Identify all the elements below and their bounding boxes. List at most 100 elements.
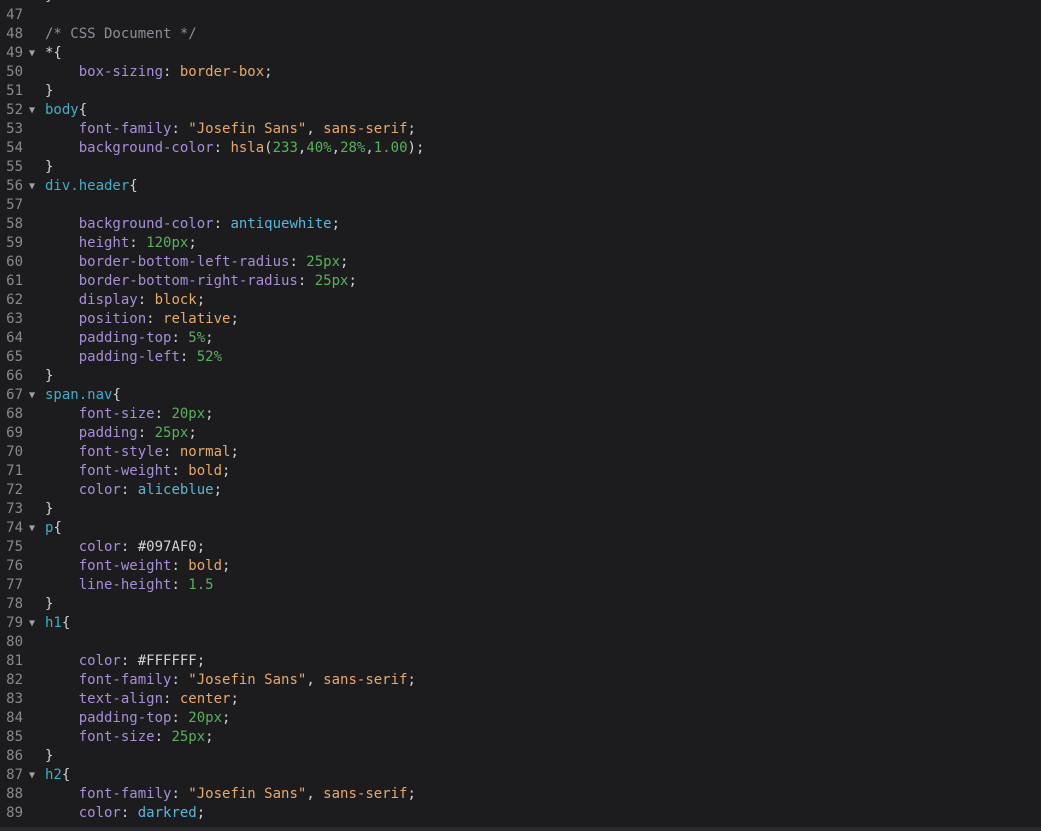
code-line[interactable]: 51} xyxy=(0,82,1041,101)
code-token: : xyxy=(171,710,189,726)
code-token: { xyxy=(61,615,71,631)
fold-toggle-icon[interactable]: ▼ xyxy=(29,44,35,63)
code-line[interactable]: 87 ▼ h2{ xyxy=(0,766,1041,785)
code-text: font-family: "Josefin Sans", sans-serif; xyxy=(45,671,416,690)
code-line[interactable]: 70 font-style: normal; xyxy=(0,443,1041,462)
code-text: div.header{ xyxy=(45,177,138,196)
code-token: body xyxy=(45,102,79,118)
code-line[interactable]: 56 ▼ div.header{ xyxy=(0,177,1041,196)
horizontal-scrollbar[interactable] xyxy=(0,827,1041,831)
code-token: position xyxy=(78,311,147,327)
fold-toggle-icon[interactable]: ▼ xyxy=(29,101,35,120)
line-number: 49 xyxy=(6,45,23,61)
code-token: ( xyxy=(264,140,273,156)
code-line[interactable]: 88 font-family: "Josefin Sans", sans-ser… xyxy=(0,785,1041,804)
code-token: : xyxy=(120,653,138,669)
code-line[interactable]: 71 font-weight: bold; xyxy=(0,462,1041,481)
code-line[interactable]: 52 ▼ body{ xyxy=(0,101,1041,120)
code-line[interactable]: 54 background-color: hsla(233,40%,28%,1.… xyxy=(0,139,1041,158)
code-token: ; xyxy=(196,653,206,669)
code-line[interactable]: 83 text-align: center; xyxy=(0,690,1041,709)
code-line[interactable]: 75 color: #097AF0; xyxy=(0,538,1041,557)
code-token: span.nav xyxy=(45,387,113,403)
code-text: } xyxy=(45,82,53,101)
code-line[interactable]: 81 color: #FFFFFF; xyxy=(0,652,1041,671)
code-editor[interactable]: 46}4748/* CSS Document */49▼*{50 box-siz… xyxy=(0,0,1041,831)
code-text: } xyxy=(45,747,53,766)
code-token: ; xyxy=(222,710,231,726)
code-text: h1{ xyxy=(45,614,70,633)
code-token: { xyxy=(78,102,88,118)
code-line[interactable]: 55} xyxy=(0,158,1041,177)
code-line[interactable]: 63 position: relative; xyxy=(0,310,1041,329)
code-line[interactable]: 89 color: darkred; xyxy=(0,804,1041,823)
fold-toggle-icon[interactable]: ▼ xyxy=(29,766,35,785)
code-token: , xyxy=(306,672,324,688)
code-token: ; xyxy=(348,273,357,289)
code-line[interactable]: 57 xyxy=(0,196,1041,215)
code-line[interactable]: 59 height: 120px; xyxy=(0,234,1041,253)
code-text: padding-top: 20px; xyxy=(45,709,231,728)
code-token: antiquewhite xyxy=(230,216,332,232)
code-line[interactable]: 69 padding: 25px; xyxy=(0,424,1041,443)
code-token: "Josefin Sans" xyxy=(188,672,307,688)
code-line[interactable]: 48 /* CSS Document */ xyxy=(0,25,1041,44)
code-line[interactable]: 66} xyxy=(0,367,1041,386)
code-token: } xyxy=(45,596,54,612)
fold-toggle-icon[interactable]: ▼ xyxy=(29,177,35,196)
code-line[interactable]: 65 padding-left: 52% xyxy=(0,348,1041,367)
code-line[interactable]: 74 ▼ p{ xyxy=(0,519,1041,538)
code-line[interactable]: 76 font-weight: bold; xyxy=(0,557,1041,576)
code-token: color xyxy=(78,805,121,821)
code-line[interactable]: 84 padding-top: 20px; xyxy=(0,709,1041,728)
code-line[interactable]: 77 line-height: 1.5 xyxy=(0,576,1041,595)
code-line[interactable]: 73} xyxy=(0,500,1041,519)
fold-toggle-icon[interactable]: ▼ xyxy=(29,386,35,405)
line-number: 87 xyxy=(6,767,23,783)
code-token: sans-serif xyxy=(323,672,408,688)
code-token: , xyxy=(306,121,324,137)
code-token: : xyxy=(171,121,189,137)
code-line[interactable]: 86} xyxy=(0,747,1041,766)
code-token: padding xyxy=(78,425,138,441)
code-line[interactable]: 72 color: aliceblue; xyxy=(0,481,1041,500)
code-line[interactable]: 60 border-bottom-left-radius: 25px; xyxy=(0,253,1041,272)
code-line[interactable]: 53 font-family: "Josefin Sans", sans-ser… xyxy=(0,120,1041,139)
code-line[interactable]: 79 ▼ h1{ xyxy=(0,614,1041,633)
code-line[interactable]: 80 xyxy=(0,633,1041,652)
code-line[interactable]: 58 background-color: antiquewhite; xyxy=(0,215,1041,234)
code-token: h2 xyxy=(45,767,62,783)
code-line[interactable]: 64 padding-top: 5%; xyxy=(0,329,1041,348)
code-token: : xyxy=(120,539,138,555)
code-line[interactable]: 67 ▼ span.nav{ xyxy=(0,386,1041,405)
fold-toggle-icon[interactable]: ▼ xyxy=(29,614,35,633)
code-token: border-bottom-left-radius xyxy=(78,254,290,270)
line-number: 50 xyxy=(6,64,23,80)
code-token: height xyxy=(78,235,130,251)
code-line[interactable]: 68 font-size: 20px; xyxy=(0,405,1041,424)
code-line[interactable]: 82 font-family: "Josefin Sans", sans-ser… xyxy=(0,671,1041,690)
code-token: : xyxy=(171,463,189,479)
code-token: ; xyxy=(188,425,197,441)
code-line[interactable]: 61 border-bottom-right-radius: 25px; xyxy=(0,272,1041,291)
code-line[interactable]: 78} xyxy=(0,595,1041,614)
code-token: center xyxy=(179,691,231,707)
code-token: h1 xyxy=(45,615,62,631)
line-number: 70 xyxy=(6,444,23,460)
fold-toggle-icon[interactable]: ▼ xyxy=(29,519,35,538)
code-token: : xyxy=(120,482,138,498)
code-token: : xyxy=(137,292,155,308)
code-line[interactable]: 62 display: block; xyxy=(0,291,1041,310)
code-line[interactable]: 49 ▼ *{ xyxy=(0,44,1041,63)
code-line[interactable]: 47 xyxy=(0,6,1041,25)
code-text: font-style: normal; xyxy=(45,443,239,462)
code-token: : xyxy=(171,786,189,802)
code-token: : xyxy=(163,444,180,460)
code-line[interactable]: 50 box-sizing: border-box; xyxy=(0,63,1041,82)
code-line[interactable]: 85 font-size: 25px; xyxy=(0,728,1041,747)
